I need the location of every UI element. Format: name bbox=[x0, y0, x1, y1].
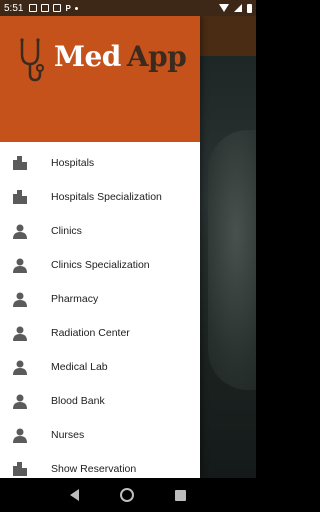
person-icon bbox=[12, 291, 28, 307]
menu-item-hospitals[interactable]: Hospitals bbox=[0, 146, 200, 180]
battery-icon bbox=[247, 3, 252, 13]
dot-icon bbox=[74, 6, 78, 10]
person-icon bbox=[12, 257, 28, 273]
notification-icons: P bbox=[29, 3, 78, 13]
person-icon bbox=[12, 359, 28, 375]
menu-item-label: Radiation Center bbox=[51, 327, 130, 339]
menu-item-label: Show Reservation bbox=[51, 463, 137, 475]
menu-item-pharmacy[interactable]: Pharmacy bbox=[0, 282, 200, 316]
app-logo: Med App bbox=[54, 40, 187, 73]
menu-item-nurses[interactable]: Nurses bbox=[0, 418, 200, 452]
menu-item-label: Pharmacy bbox=[51, 293, 99, 305]
background-image bbox=[208, 130, 256, 390]
drawer-menu: Hospitals Hospitals Specialization Clini… bbox=[0, 146, 200, 478]
gallery-icon bbox=[41, 4, 50, 12]
menu-item-clinics-specialization[interactable]: Clinics Specialization bbox=[0, 248, 200, 282]
menu-item-label: Clinics bbox=[51, 225, 82, 237]
navigation-drawer: Med App Hospitals Hospitals Specializatio… bbox=[0, 16, 200, 478]
menu-item-blood-bank[interactable]: Blood Bank bbox=[0, 384, 200, 418]
mail-icon bbox=[53, 4, 62, 12]
person-icon bbox=[12, 393, 28, 409]
person-icon bbox=[12, 427, 28, 443]
person-icon bbox=[12, 223, 28, 239]
menu-item-hospitals-specialization[interactable]: Hospitals Specialization bbox=[0, 180, 200, 214]
building-icon bbox=[12, 189, 28, 205]
system-icons bbox=[219, 3, 252, 13]
p-icon: P bbox=[65, 3, 71, 13]
app-screen: 5:51 P Med App Hospitals Hospitals Speci… bbox=[0, 0, 256, 512]
menu-item-label: Hospitals Specialization bbox=[51, 191, 162, 203]
recent-apps-icon[interactable] bbox=[174, 489, 186, 501]
image-icon bbox=[29, 4, 38, 12]
drawer-header: Med App bbox=[0, 16, 200, 142]
menu-item-label: Nurses bbox=[51, 429, 85, 441]
home-icon[interactable] bbox=[119, 488, 134, 502]
menu-item-medical-lab[interactable]: Medical Lab bbox=[0, 350, 200, 384]
building-icon bbox=[12, 155, 28, 171]
logo-med-text: Med bbox=[54, 40, 121, 73]
menu-item-show-reservation[interactable]: Show Reservation bbox=[0, 452, 200, 478]
menu-item-label: Clinics Specialization bbox=[51, 259, 150, 271]
back-icon[interactable] bbox=[70, 489, 80, 501]
menu-item-label: Hospitals bbox=[51, 157, 95, 169]
wifi-icon bbox=[219, 4, 229, 12]
system-nav-bar bbox=[0, 478, 256, 512]
menu-item-label: Medical Lab bbox=[51, 361, 108, 373]
person-icon bbox=[12, 325, 28, 341]
menu-item-radiation-center[interactable]: Radiation Center bbox=[0, 316, 200, 350]
signal-icon bbox=[234, 4, 242, 12]
stethoscope-icon bbox=[20, 38, 44, 82]
status-time: 5:51 bbox=[4, 2, 24, 14]
status-bar: 5:51 P bbox=[0, 0, 256, 16]
menu-item-clinics[interactable]: Clinics bbox=[0, 214, 200, 248]
building-icon bbox=[12, 461, 28, 477]
logo-app-text: App bbox=[126, 40, 187, 73]
menu-item-label: Blood Bank bbox=[51, 395, 105, 407]
